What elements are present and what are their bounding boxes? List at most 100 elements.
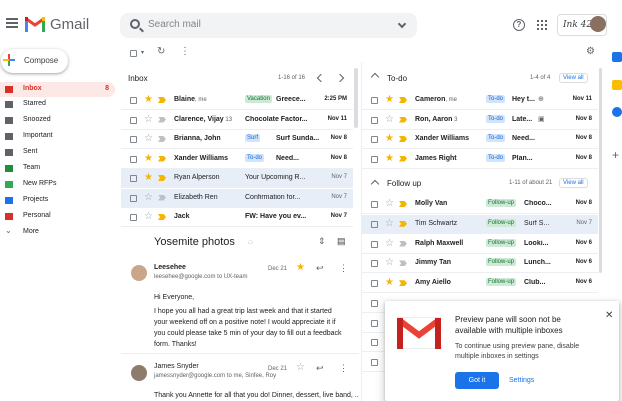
importance-marker-icon[interactable]: [399, 280, 407, 287]
star-icon[interactable]: ★: [385, 94, 394, 105]
row-label-chip[interactable]: To-do: [486, 95, 506, 103]
star-icon[interactable]: ☆: [385, 238, 394, 249]
inbox-next-page-icon[interactable]: [335, 73, 345, 83]
expand-all-icon[interactable]: ⇕: [318, 236, 326, 247]
importance-marker-icon[interactable]: [399, 260, 407, 266]
followup-collapse-icon[interactable]: [370, 179, 380, 189]
main-menu-icon[interactable]: [6, 18, 18, 28]
row-checkbox[interactable]: [371, 358, 378, 366]
importance-marker-icon[interactable]: [158, 195, 166, 201]
email-row[interactable]: ☆ Elizabeth Ren Confirmation for... Nov 7: [121, 188, 353, 208]
email-row[interactable]: ★ Xander Williams To-do Need... Nov 8: [362, 130, 598, 149]
reply-icon[interactable]: ↩: [316, 363, 324, 374]
star-icon[interactable]: ☆: [385, 218, 394, 229]
message-star-icon[interactable]: ★: [296, 262, 305, 273]
email-row[interactable]: ★ Blaine, me Vacation Greece... 2:25 PM: [121, 91, 353, 110]
star-icon[interactable]: ★: [144, 153, 153, 164]
sidebar-item-team[interactable]: Team: [0, 161, 115, 176]
row-checkbox[interactable]: [371, 116, 378, 124]
importance-marker-icon[interactable]: [399, 201, 407, 207]
print-icon[interactable]: ▤: [337, 236, 346, 247]
row-checkbox[interactable]: [371, 339, 378, 346]
google-apps-icon[interactable]: [537, 20, 547, 30]
row-label-chip[interactable]: To-do: [486, 114, 506, 123]
row-checkbox[interactable]: [371, 136, 378, 143]
email-row[interactable]: ★ Amy Aiello Follow-up Club... Nov 6: [362, 274, 598, 294]
row-checkbox[interactable]: [130, 136, 137, 143]
got-it-button[interactable]: Got it: [455, 372, 499, 389]
search-bar[interactable]: Search mail: [120, 13, 417, 38]
sidebar-item-personal[interactable]: Personal: [0, 209, 115, 224]
sidebar-item-projects[interactable]: Projects: [0, 193, 115, 208]
row-checkbox[interactable]: [371, 280, 378, 288]
star-icon[interactable]: ☆: [385, 257, 394, 268]
row-checkbox[interactable]: [371, 201, 378, 208]
close-icon[interactable]: ✕: [605, 310, 613, 321]
message-more-icon[interactable]: ⋮: [339, 263, 348, 274]
importance-marker-icon[interactable]: [399, 136, 407, 142]
help-icon[interactable]: ?: [513, 19, 525, 31]
settings-link[interactable]: Settings: [509, 377, 534, 384]
keep-icon[interactable]: [612, 80, 622, 90]
search-options-chevron-icon[interactable]: [397, 19, 407, 29]
email-row[interactable]: ★ Xander Williams To-do Need... Nov 8: [121, 150, 353, 169]
email-row[interactable]: ☆ Tim Schwartz Follow-up Surf S... Nov 7: [362, 214, 598, 234]
star-icon[interactable]: ☆: [144, 192, 153, 203]
star-icon[interactable]: ★: [385, 153, 394, 164]
right-scrollbar[interactable]: [599, 68, 602, 273]
email-row[interactable]: ★ James Right To-do Plan... Nov 8: [362, 150, 598, 169]
row-label-chip[interactable]: To-do: [245, 153, 265, 162]
row-checkbox[interactable]: [371, 155, 378, 163]
sidebar-item-sent[interactable]: Sent: [0, 145, 115, 160]
star-icon[interactable]: ☆: [144, 211, 153, 222]
calendar-icon[interactable]: [612, 52, 622, 62]
row-label-chip[interactable]: Vacation: [245, 95, 272, 103]
row-checkbox[interactable]: [130, 116, 137, 124]
sender-avatar[interactable]: [131, 265, 147, 281]
row-label-chip[interactable]: Surf: [245, 134, 261, 142]
row-label-chip[interactable]: Follow-up: [486, 199, 517, 207]
row-checkbox[interactable]: [130, 175, 137, 182]
row-label-chip[interactable]: Follow-up: [486, 278, 517, 287]
row-label-chip[interactable]: Follow-up: [486, 238, 517, 247]
importance-marker-icon[interactable]: [158, 155, 166, 162]
more-options-icon[interactable]: ⋮: [180, 46, 190, 57]
sidebar-item-more[interactable]: ⌄ More: [0, 225, 115, 240]
star-icon[interactable]: ★: [144, 94, 153, 105]
sidebar-item-inbox[interactable]: Inbox 8: [0, 82, 115, 97]
inbox-prev-page-icon[interactable]: [316, 73, 326, 83]
message-more-icon[interactable]: ⋮: [339, 363, 348, 374]
add-addon-icon[interactable]: +: [612, 148, 619, 162]
sidebar-item-starred[interactable]: Starred: [0, 97, 115, 112]
importance-marker-icon[interactable]: [158, 117, 166, 123]
star-icon[interactable]: ☆: [385, 114, 394, 125]
search-icon[interactable]: [130, 19, 140, 29]
sender-avatar[interactable]: [131, 365, 147, 381]
importance-marker-icon[interactable]: [158, 175, 166, 181]
followup-view-all-button[interactable]: View all: [559, 178, 588, 188]
email-row[interactable]: ★ Ryan Alperson Your Upcoming R... Nov 7: [121, 169, 353, 188]
importance-marker-icon[interactable]: [399, 155, 407, 162]
row-label-chip[interactable]: To-do: [486, 134, 506, 142]
star-icon[interactable]: ★: [144, 172, 153, 183]
select-dropdown-icon[interactable]: ▾: [141, 49, 144, 56]
star-icon[interactable]: ★: [385, 133, 394, 144]
row-checkbox[interactable]: [130, 97, 137, 104]
inbox-scrollbar[interactable]: [354, 68, 358, 128]
importance-marker-icon[interactable]: [399, 97, 407, 103]
refresh-icon[interactable]: ↻: [157, 46, 165, 57]
importance-marker-icon[interactable]: [399, 116, 407, 123]
row-checkbox[interactable]: [371, 319, 378, 327]
search-input[interactable]: Search mail: [148, 19, 201, 30]
row-checkbox[interactable]: [371, 300, 378, 307]
email-row[interactable]: ☆ Clarence, Vijay 13 Chocolate Factor... No…: [121, 111, 353, 130]
importance-marker-icon[interactable]: [399, 241, 407, 247]
sidebar-item-new-rfps[interactable]: New RFPs: [0, 177, 115, 192]
star-icon[interactable]: ☆: [144, 133, 153, 144]
row-checkbox[interactable]: [371, 240, 378, 248]
compose-button[interactable]: Compose: [1, 49, 68, 73]
star-icon[interactable]: ☆: [385, 198, 394, 209]
row-checkbox[interactable]: [130, 214, 137, 221]
row-label-chip[interactable]: Follow-up: [486, 258, 517, 267]
row-checkbox[interactable]: [371, 97, 378, 104]
